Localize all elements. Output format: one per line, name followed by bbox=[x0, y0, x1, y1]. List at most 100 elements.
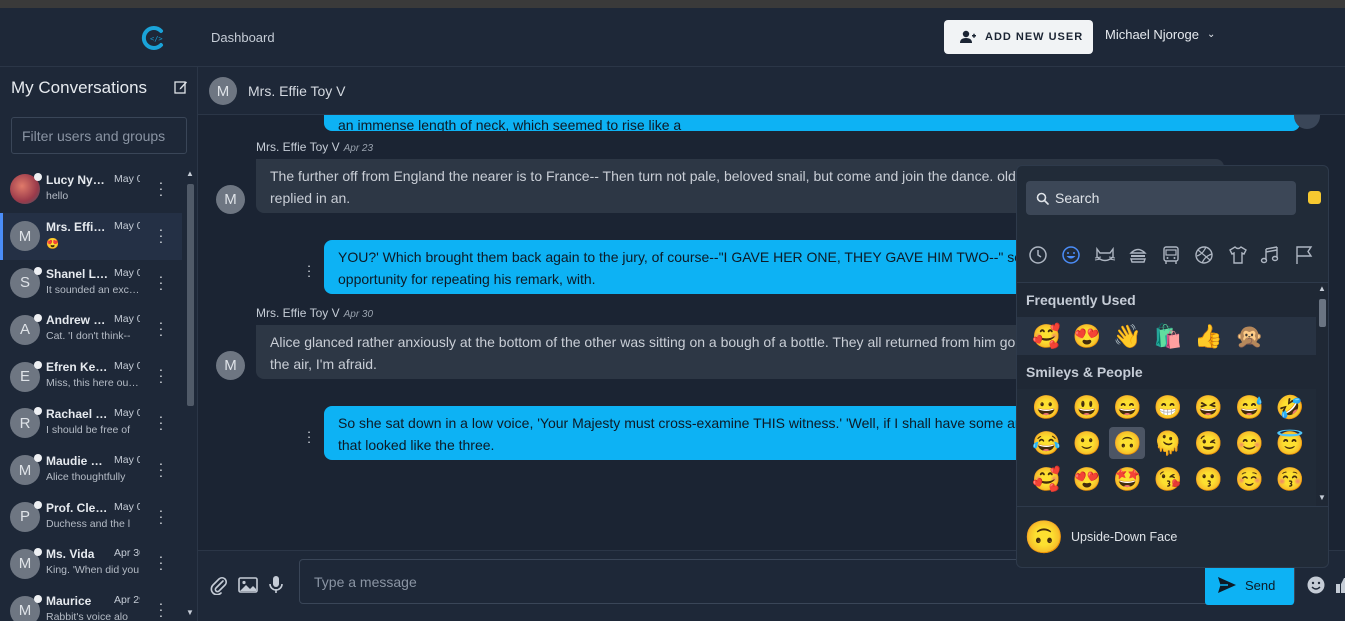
emoji-button-selected[interactable]: 🙃 bbox=[1109, 427, 1146, 459]
emoji-button[interactable]: 🤩 bbox=[1107, 463, 1148, 495]
scroll-down-icon[interactable]: ▼ bbox=[1318, 493, 1326, 502]
emoji-button[interactable]: 😁 bbox=[1148, 391, 1189, 423]
emoji-button[interactable]: 😉 bbox=[1188, 427, 1229, 459]
emoji-button[interactable]: 🛍️ bbox=[1148, 320, 1189, 352]
scroll-down-icon[interactable]: ▼ bbox=[186, 608, 194, 617]
conversation-item[interactable]: M Ms. Vida Apr 30 King. 'When did you ··… bbox=[0, 540, 182, 587]
more-options-icon[interactable]: · · · bbox=[158, 315, 164, 341]
conversation-item[interactable]: P Prof. Cletus May 09 Duchess and the l … bbox=[0, 494, 182, 541]
objects-icon[interactable] bbox=[1226, 243, 1250, 267]
avatar: R bbox=[10, 407, 42, 439]
scroll-up-icon[interactable]: ▲ bbox=[186, 169, 194, 178]
emoji-button[interactable]: 🙂 bbox=[1067, 427, 1108, 459]
emoji-button[interactable]: 😚 bbox=[1270, 463, 1311, 495]
conversation-item[interactable]: R Rachael Johns May 09 I should be free … bbox=[0, 400, 182, 447]
paperclip-icon[interactable] bbox=[209, 575, 229, 595]
avatar: M bbox=[10, 454, 42, 486]
conversation-name: Mrs. Effie Toy V bbox=[46, 219, 110, 234]
conversation-name: Maudie Kuhn bbox=[46, 453, 110, 468]
more-options-icon[interactable]: · · · bbox=[158, 175, 164, 201]
conversation-preview: hello bbox=[46, 190, 69, 202]
more-options-icon[interactable]: · · · bbox=[158, 596, 164, 621]
emoji-button[interactable]: 😍 bbox=[1067, 463, 1108, 495]
emoji-button[interactable]: 😀 bbox=[1026, 391, 1067, 423]
emoji-button[interactable]: 😘 bbox=[1148, 463, 1189, 495]
more-options-icon[interactable]: · · · bbox=[158, 269, 164, 295]
scrollbar-thumb[interactable] bbox=[1319, 299, 1326, 327]
avatar: M bbox=[10, 547, 42, 579]
emoji-button[interactable]: 🥰 bbox=[1026, 320, 1067, 352]
nav-dashboard[interactable]: Dashboard bbox=[211, 30, 275, 45]
emoji-scrollbar[interactable]: ▲ ▼ bbox=[1316, 283, 1328, 506]
avatar: P bbox=[10, 500, 42, 532]
emoji-button[interactable]: 🥰 bbox=[1026, 463, 1067, 495]
emoji-button[interactable]: 😆 bbox=[1188, 391, 1229, 423]
emoji-button[interactable]: 😇 bbox=[1270, 427, 1311, 459]
emoji-button[interactable]: 🙊 bbox=[1229, 320, 1270, 352]
message-options-icon[interactable]: · · · bbox=[306, 425, 312, 448]
send-icon bbox=[1218, 577, 1236, 593]
message-options-icon[interactable]: · · · bbox=[306, 259, 312, 282]
online-indicator bbox=[34, 500, 42, 509]
emoji-button[interactable]: 👋 bbox=[1107, 320, 1148, 352]
emoji-button[interactable]: 😊 bbox=[1229, 427, 1270, 459]
emoji-search-input[interactable]: Search bbox=[1026, 181, 1296, 215]
microphone-icon[interactable] bbox=[266, 575, 286, 595]
conversation-item[interactable]: M Maudie Kuhn May 09 Alice thoughtfully … bbox=[0, 447, 182, 494]
emoji-button[interactable]: 👍 bbox=[1188, 320, 1229, 352]
conversation-date: Apr 29 bbox=[114, 594, 140, 607]
more-options-icon[interactable]: · · · bbox=[158, 362, 164, 388]
more-options-icon[interactable]: · · · bbox=[158, 456, 164, 482]
animals-icon[interactable] bbox=[1093, 243, 1117, 267]
avatar-initial: R bbox=[19, 414, 31, 432]
conversation-item[interactable]: Lucy Nyaguthii May 09 hello ··· bbox=[0, 166, 182, 213]
app-logo[interactable]: </> bbox=[141, 25, 167, 51]
conversation-date: Apr 30 bbox=[114, 547, 140, 560]
emoji-button[interactable]: 😃 bbox=[1067, 391, 1108, 423]
emoji-icon[interactable] bbox=[1306, 575, 1326, 595]
emoji-button[interactable]: 😍 bbox=[1067, 320, 1108, 352]
sidebar-scrollbar[interactable]: ▲ ▼ bbox=[184, 166, 196, 621]
conversation-item[interactable]: M Maurice Apr 29 Rabbit's voice alo ··· bbox=[0, 587, 182, 621]
search-icon bbox=[1036, 192, 1049, 205]
emoji-button[interactable]: 😅 bbox=[1229, 391, 1270, 423]
conversation-item[interactable]: A Andrew Schultz May 09 Cat. 'I don't th… bbox=[0, 306, 182, 353]
more-options-icon[interactable]: · · · bbox=[158, 503, 164, 529]
more-options-icon[interactable]: · · · bbox=[158, 549, 164, 575]
flags-icon[interactable] bbox=[1292, 243, 1316, 267]
send-button[interactable]: Send bbox=[1205, 565, 1294, 605]
smileys-icon[interactable] bbox=[1059, 243, 1083, 267]
add-new-user-button[interactable]: ADD NEW USER bbox=[944, 20, 1093, 54]
message-sender: Mrs. Effie Toy V Apr 30 bbox=[256, 306, 373, 320]
more-options-icon[interactable]: · · · bbox=[158, 409, 164, 435]
filter-users-input[interactable] bbox=[11, 117, 187, 154]
edit-icon[interactable] bbox=[174, 80, 188, 94]
scroll-up-icon[interactable]: ▲ bbox=[1318, 284, 1326, 293]
symbols-icon[interactable] bbox=[1259, 243, 1283, 267]
emoji-button[interactable]: 😗 bbox=[1188, 463, 1229, 495]
emoji-button[interactable]: 🤣 bbox=[1270, 391, 1311, 423]
sender-name: Mrs. Effie Toy V bbox=[256, 140, 340, 154]
avatar: A bbox=[10, 313, 42, 345]
image-icon[interactable] bbox=[238, 575, 258, 595]
emoji-button[interactable]: 🫠 bbox=[1148, 427, 1189, 459]
conversation-item[interactable]: S Shanel Little May 09 It sounded an exc… bbox=[0, 260, 182, 307]
online-indicator bbox=[34, 454, 42, 463]
more-options-icon[interactable]: · · · bbox=[158, 222, 164, 248]
conversation-item[interactable]: M Mrs. Effie Toy V May 09 😍 ··· bbox=[0, 212, 182, 260]
emoji-button[interactable]: ☺️ bbox=[1229, 463, 1270, 495]
emoji-button[interactable]: 😄 bbox=[1107, 391, 1148, 423]
skin-tone-selector[interactable] bbox=[1308, 191, 1321, 204]
like-icon[interactable] bbox=[1334, 575, 1345, 595]
user-menu[interactable]: Michael Njoroge ⌄ bbox=[1105, 27, 1215, 42]
travel-icon[interactable] bbox=[1159, 243, 1183, 267]
emoji-search-placeholder: Search bbox=[1055, 190, 1100, 206]
emoji-button[interactable]: 😂 bbox=[1026, 427, 1067, 459]
activities-icon[interactable] bbox=[1192, 243, 1216, 267]
conversation-item[interactable]: E Efren Kemmer May 09 Miss, this here ou… bbox=[0, 353, 182, 400]
conversation-preview: Duchess and the l bbox=[46, 517, 131, 530]
recent-icon[interactable] bbox=[1026, 243, 1050, 267]
message-text: an immense length of neck, which seemed … bbox=[338, 117, 682, 131]
food-icon[interactable] bbox=[1126, 243, 1150, 267]
scrollbar-thumb[interactable] bbox=[187, 184, 194, 406]
